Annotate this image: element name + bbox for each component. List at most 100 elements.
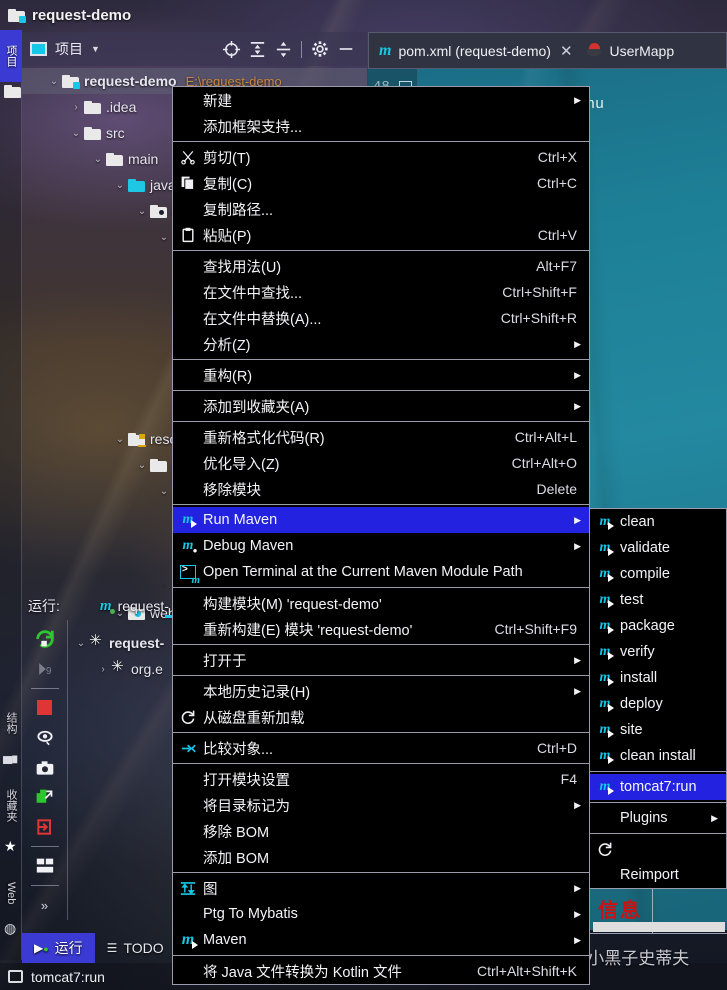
menu-item-find-usages[interactable]: 查找用法(U) Alt+F7 [173,253,589,279]
chevron-down-icon[interactable]: ▼ [91,44,100,54]
menu-item-run-maven[interactable]: m Run Maven ▶ [173,507,589,533]
submenu-item-install[interactable]: m install [590,665,726,691]
tab-todo[interactable]: ☰ TODO [95,933,176,963]
tree-row-idea[interactable]: › .idea [22,94,136,120]
menu-item-maven[interactable]: m Maven ▶ [173,927,589,953]
camera-icon[interactable] [28,753,62,783]
submenu-item-new-goal[interactable]: Reimport [590,862,726,888]
menu-item-build-module[interactable]: 构建模块(M) 'request-demo' [173,590,589,616]
chevron-down-icon[interactable]: ⌄ [156,232,172,243]
menu-item-optimize-imports[interactable]: 优化导入(Z) Ctrl+Alt+O [173,450,589,476]
import-icon[interactable] [28,812,62,842]
submenu-item-validate[interactable]: m validate [590,535,726,561]
chevron-down-icon[interactable]: ⌄ [134,206,150,217]
tree-row-child-2[interactable]: ⌄ [22,276,194,302]
menu-item-local-history[interactable]: 本地历史记录(H) ▶ [173,678,589,704]
sidebar-item-web[interactable]: Web [0,870,22,916]
rerun-icon[interactable] [28,624,62,654]
menu-item-find-in-files[interactable]: 在文件中查找... Ctrl+Shift+F [173,279,589,305]
submenu-item-package[interactable]: m package [590,613,726,639]
chevron-down-icon[interactable]: ⌄ [156,486,172,497]
sidebar-item-project[interactable]: 项目 [0,30,22,82]
close-icon[interactable]: ✕ [560,42,573,60]
tree-row-src[interactable]: ⌄ src [22,120,125,146]
tree-row-child-1[interactable]: › [22,250,194,276]
menu-item-rebuild-module[interactable]: 重新构建(E) 模块 'request-demo' Ctrl+Shift+F9 [173,616,589,642]
tab-run[interactable]: ▶● 运行 [22,933,95,963]
stop-icon[interactable] [28,693,62,723]
editor-tab-pom[interactable]: pom.xml (request-demo) [398,43,551,59]
menu-item-convert-java-to-kotlin[interactable]: 将 Java 文件转换为 Kotlin 文件 Ctrl+Alt+Shift+K [173,958,589,984]
chevron-right-icon[interactable]: › [95,664,111,675]
chevron-down-icon[interactable]: ⌄ [112,434,128,445]
submenu-item-compile[interactable]: m compile [590,561,726,587]
menu-item-refactor[interactable]: 重构(R) ▶ [173,362,589,388]
export-icon[interactable] [28,782,62,812]
submenu-item-site[interactable]: m site [590,717,726,743]
menu-item-paste[interactable]: 粘贴(P) Ctrl+V [173,222,589,248]
run-tree-row[interactable]: ⌄ request- [69,630,164,656]
locate-icon[interactable] [218,36,244,62]
tree-row-res-child[interactable]: ⌄ [22,504,194,530]
submenu-item-tomcat7-run[interactable]: m tomcat7:run [590,774,726,800]
chevron-down-icon[interactable]: ⌄ [46,76,62,87]
minimize-icon[interactable] [333,36,359,62]
menu-item-add-to-favorites[interactable]: 添加到收藏夹(A) ▶ [173,393,589,419]
menu-item-open-terminal-maven[interactable]: Open Terminal at the Current Maven Modul… [173,559,589,586]
menu-item-reload-from-disk[interactable]: 从磁盘重新加载 [173,704,589,730]
submenu-item-reimport[interactable] [590,836,726,862]
tree-row-res-c[interactable]: ⌄ c [22,452,179,478]
layout-icon[interactable] [28,851,62,881]
submenu-item-verify[interactable]: m verify [590,639,726,665]
menu-item-new[interactable]: 新建 ▶ [173,87,589,113]
menu-item-open-in[interactable]: 打开于 ▶ [173,647,589,673]
run-maven-submenu[interactable]: m clean m validate m compile m test m pa… [589,508,727,889]
gear-icon[interactable] [307,36,333,62]
menu-item-debug-maven[interactable]: m Debug Maven ▶ [173,533,589,559]
chevron-down-icon[interactable]: ⌄ [134,460,150,471]
menu-item-add-bom[interactable]: 添加 BOM [173,844,589,870]
menu-item-replace-in-files[interactable]: 在文件中替换(A)... Ctrl+Shift+R [173,305,589,331]
tree-row-res-file[interactable]: ⌄ [22,478,186,504]
tree-row-package-c[interactable]: ⌄ c [22,198,179,224]
submenu-item-clean[interactable]: m clean [590,509,726,535]
editor-tab-usermapper[interactable]: UserMapp [610,43,675,59]
menu-item-analyze[interactable]: 分析(Z) ▶ [173,331,589,357]
menu-item-diagram[interactable]: 图 ▶ [173,875,589,901]
menu-item-remove-module[interactable]: 移除模块 Delete [173,476,589,502]
tree-row-main[interactable]: ⌄ main [22,146,159,172]
run-tree-row[interactable]: › org.e [69,656,163,682]
submenu-item-plugins[interactable]: Plugins ▶ [590,805,726,831]
menu-item-copy-path[interactable]: 复制路径... [173,196,589,222]
tree-row-resources[interactable]: ⌄ reso [22,426,177,452]
menu-item-open-module-settings[interactable]: 打开模块设置 F4 [173,766,589,792]
sidebar-item-structure[interactable]: 结构 [0,700,22,746]
more-icon[interactable]: » [28,890,62,920]
run-config-name[interactable]: request- [118,598,169,614]
tree-row-package-2[interactable]: ⌄ [22,224,189,250]
chevron-down-icon[interactable]: ⌄ [68,128,84,139]
chevron-down-icon[interactable]: ⌄ [73,638,89,649]
menu-item-compare-with[interactable]: 比较对象... Ctrl+D [173,735,589,761]
menu-item-reformat-code[interactable]: 重新格式化代码(R) Ctrl+Alt+L [173,424,589,450]
rerun-failed-icon[interactable]: 9 [28,654,62,684]
menu-item-cut[interactable]: 剪切(T) Ctrl+X [173,144,589,170]
menu-item-mark-directory-as[interactable]: 将目录标记为 ▶ [173,792,589,818]
chevron-down-icon[interactable]: ⌄ [90,154,106,165]
collapse-all-icon[interactable] [270,36,296,62]
menu-item-ptg-to-mybatis[interactable]: Ptg To Mybatis ▶ [173,901,589,927]
menu-item-copy[interactable]: 复制(C) Ctrl+C [173,170,589,196]
sidebar-item-favorites[interactable]: 收藏夹 [0,775,22,835]
chevron-right-icon[interactable]: › [68,102,84,113]
filter-icon[interactable] [28,723,62,753]
expand-all-icon[interactable] [244,36,270,62]
tree-row-java[interactable]: ⌄ java [22,172,176,198]
tree-row-child-3[interactable]: ⌄ [22,326,194,352]
menu-item-add-framework-support[interactable]: 添加框架支持... [173,113,589,139]
menu-item-remove-bom[interactable]: 移除 BOM [173,818,589,844]
submenu-item-clean-install[interactable]: m clean install [590,743,726,769]
submenu-item-test[interactable]: m test [590,587,726,613]
chevron-down-icon[interactable]: ⌄ [112,180,128,191]
context-menu[interactable]: 新建 ▶ 添加框架支持... 剪切(T) Ctrl+X 复制(C) Ctrl+C… [172,86,590,985]
submenu-item-deploy[interactable]: m deploy [590,691,726,717]
